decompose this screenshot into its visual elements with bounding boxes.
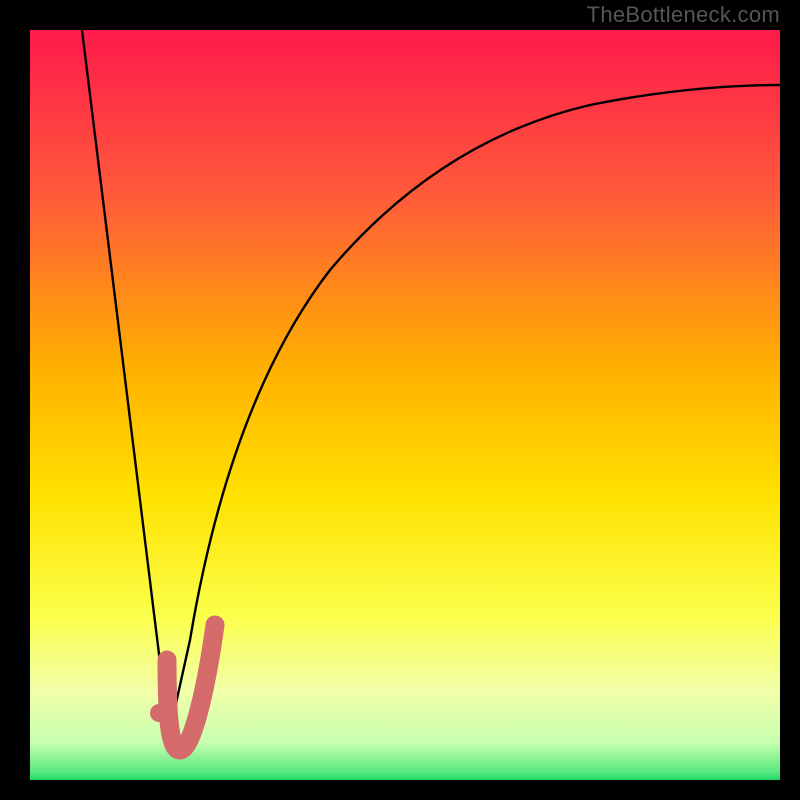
plot-area (30, 30, 780, 780)
bottleneck-curve-right (169, 85, 780, 735)
watermark-text: TheBottleneck.com (587, 2, 780, 28)
marker-j-stroke (167, 625, 215, 750)
bottleneck-curve-left (82, 30, 169, 735)
chart-frame: TheBottleneck.com (0, 0, 800, 800)
curve-layer (30, 30, 780, 780)
